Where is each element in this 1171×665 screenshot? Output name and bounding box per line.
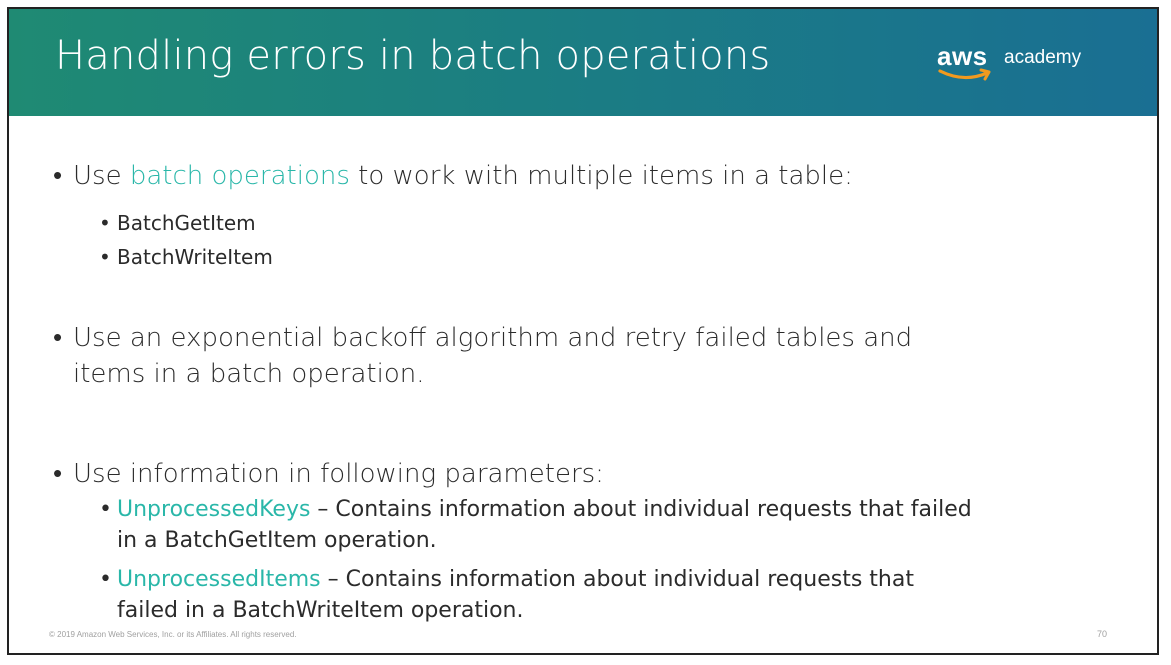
bullet-text-suffix: to work with multiple items in a table: (349, 161, 853, 191)
bullet-text-line2: items in a batch operation. (73, 359, 425, 389)
sub-bullet-dot-icon: • (99, 245, 111, 269)
sub-bullet-unprocessedkeys: • UnprocessedKeys – Contains information … (99, 494, 972, 556)
slide-header: Handling errors in batch operations aws … (9, 9, 1157, 116)
sub-bullet-dot-icon: • (99, 211, 111, 235)
highlight-unprocessedkeys: UnprocessedKeys (117, 497, 311, 522)
highlight-batch-operations: batch operations (129, 161, 350, 191)
sub-bullet-dot-icon: • (99, 497, 112, 522)
aws-smile-icon (938, 68, 991, 81)
bullet-dot-icon: • (53, 161, 63, 191)
sub-bullet-text: BatchGetItem (117, 211, 256, 235)
sub-bullet-text-line1: – Contains information about individual … (320, 567, 914, 592)
sub-bullet-dot-icon: • (99, 567, 112, 592)
sub-bullet-batchgetitem: • BatchGetItem (99, 208, 256, 238)
slide: Handling errors in batch operations aws … (7, 7, 1159, 655)
sub-bullet-text-line1: – Contains information about individual … (310, 497, 972, 522)
sub-bullet-text-line2: failed in a BatchWriteItem operation. (117, 598, 524, 623)
bullet-exponential-backoff: • Use an exponential backoff algorithm an… (53, 320, 912, 392)
slide-title: Handling errors in batch operations (55, 33, 771, 79)
footer-page-number: 70 (1096, 629, 1107, 639)
sub-bullet-text-line2: in a BatchGetItem operation. (117, 528, 437, 553)
sub-bullet-text: BatchWriteItem (117, 245, 273, 269)
bullet-text: Use information in following parameters: (73, 459, 604, 489)
bullet-dot-icon: • (53, 323, 63, 353)
aws-academy-logo: aws academy (937, 41, 1107, 85)
footer-copyright: © 2019 Amazon Web Services, Inc. or its … (49, 630, 297, 639)
slide-content: • Use batch operations to work with multi… (9, 116, 1157, 651)
sub-bullet-unprocesseditems: • UnprocessedItems – Contains information… (99, 564, 914, 626)
sub-bullet-batchwriteitem: • BatchWriteItem (99, 242, 273, 272)
bullet-dot-icon: • (53, 459, 63, 489)
bullet-batch-operations: • Use batch operations to work with multi… (53, 158, 853, 194)
academy-label: academy (1004, 47, 1082, 68)
bullet-text-prefix: Use (73, 161, 130, 191)
highlight-unprocesseditems: UnprocessedItems (117, 567, 321, 592)
bullet-parameters: • Use information in following parameters… (53, 456, 604, 492)
bullet-text-line1: Use an exponential backoff algorithm and… (73, 323, 913, 353)
